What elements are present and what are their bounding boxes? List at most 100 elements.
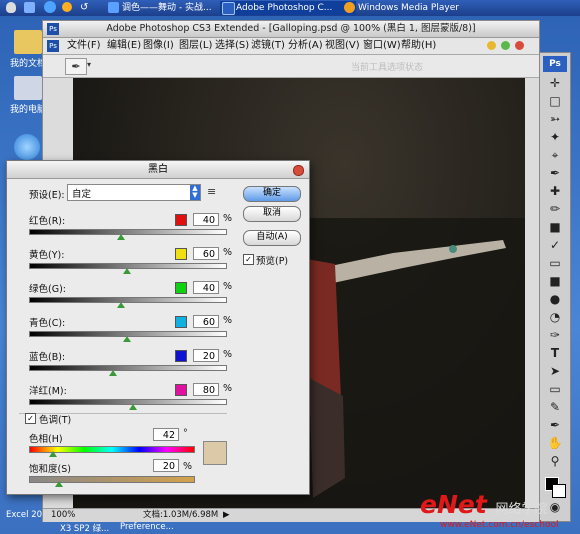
cancel-button[interactable]: 取消	[243, 206, 301, 222]
dialog-title-bar[interactable]: 黑白	[7, 161, 309, 179]
preset-select[interactable]: 自定 ▲ ▼	[67, 184, 201, 201]
slider-value-field[interactable]: 80	[193, 383, 219, 396]
select-arrows-icon: ▲ ▼	[190, 185, 200, 200]
path-select-icon[interactable]: ➤	[545, 363, 565, 380]
finder-icon[interactable]	[24, 2, 35, 13]
background-color-swatch[interactable]	[552, 484, 566, 498]
taskbar-tab-mediaplayer[interactable]: Windows Media Player	[342, 1, 488, 15]
slider-thumb[interactable]	[128, 404, 137, 410]
slider-thumb[interactable]	[123, 268, 131, 274]
ps-menu-icon[interactable]: Ps	[47, 40, 59, 52]
slider-color-swatch	[175, 214, 187, 226]
slider-color-swatch	[175, 316, 187, 328]
slider-track[interactable]	[29, 229, 227, 235]
menu-image[interactable]: 图像(I)	[143, 38, 174, 54]
eyedropper-icon[interactable]: ✒	[545, 417, 565, 434]
crop-tool-icon[interactable]: ⌖	[545, 147, 565, 164]
zoom-tool-icon[interactable]: ⚲	[545, 453, 565, 470]
shape-tool-icon[interactable]: ▭	[545, 381, 565, 398]
slider-value-field[interactable]: 40	[193, 281, 219, 294]
menu-file[interactable]: 文件(F)	[67, 38, 101, 54]
menu-help[interactable]: 帮助(H)	[401, 38, 436, 54]
taskbar-task-x3[interactable]: X3 SP2 绿...	[60, 522, 109, 534]
lasso-tool-icon[interactable]: ➳	[545, 111, 565, 128]
slice-tool-icon[interactable]: ✒	[545, 165, 565, 182]
menu-select[interactable]: 选择(S)	[215, 38, 249, 54]
brush-tool-icon[interactable]: ✏	[545, 201, 565, 218]
preview-label: 预览(P)	[256, 256, 289, 267]
dialog-close-button[interactable]	[293, 165, 304, 176]
taskbar-task-preference[interactable]: Preference...	[120, 522, 174, 532]
taskbar: ↺ 调色——舞动 - 实战... Adobe Photoshop C... Wi…	[0, 0, 580, 17]
history-brush-icon[interactable]: ✓	[545, 237, 565, 254]
ok-button[interactable]: 确定	[243, 186, 301, 202]
status-arrow-icon[interactable]: ▶	[223, 509, 230, 522]
tint-checkbox[interactable]: ✓	[25, 413, 36, 424]
hue-slider-thumb[interactable]	[49, 451, 57, 457]
magic-wand-tool-icon[interactable]: ✦	[545, 129, 565, 146]
tint-color-swatch[interactable]	[203, 441, 227, 465]
auto-button[interactable]: 自动(A)	[243, 230, 301, 246]
menu-filter[interactable]: 滤镜(T)	[251, 38, 285, 54]
slider-value-field[interactable]: 60	[193, 315, 219, 328]
slider-value-field[interactable]: 20	[193, 349, 219, 362]
desktop-icon-label: 我的电脑	[9, 105, 46, 115]
media-icon[interactable]	[62, 2, 72, 12]
menu-window[interactable]: 窗口(W)	[363, 38, 401, 54]
hand-tool-icon[interactable]: ✋	[545, 435, 565, 452]
tools-ps-icon: Ps	[543, 56, 567, 72]
slider-color-swatch	[175, 350, 187, 362]
slider-thumb[interactable]	[117, 302, 126, 308]
slider-percent: %	[223, 281, 233, 292]
menu-layer[interactable]: 图层(L)	[179, 38, 212, 54]
zoom-level[interactable]: 100%	[51, 509, 75, 522]
move-tool-icon[interactable]: ✛	[545, 75, 565, 92]
slider-value-field[interactable]: 40	[193, 213, 219, 226]
saturation-value-field[interactable]: 20	[153, 459, 179, 472]
hue-value-field[interactable]: 42	[153, 428, 179, 441]
slider-percent: %	[223, 247, 233, 258]
taskbar-tab-browser[interactable]: 调色——舞动 - 实战...	[106, 1, 232, 15]
notes-tool-icon[interactable]: ✎	[545, 399, 565, 416]
eyedropper-tool-icon[interactable]: ✒	[65, 58, 87, 75]
eraser-tool-icon[interactable]: ▭	[545, 255, 565, 272]
slider-label: 红色(R):	[29, 216, 66, 227]
back-icon[interactable]: ↺	[80, 2, 88, 13]
stamp-tool-icon[interactable]: ■	[545, 219, 565, 236]
window-close-button[interactable]	[515, 41, 524, 50]
pen-tool-icon[interactable]: ✑	[545, 327, 565, 344]
slider-thumb[interactable]	[109, 370, 118, 376]
taskbar-tab-photoshop[interactable]: Adobe Photoshop C...	[220, 1, 356, 15]
tool-preset-chevron-icon[interactable]: ▾	[87, 60, 91, 69]
window-minimize-button[interactable]	[487, 41, 496, 50]
menu-analysis[interactable]: 分析(A)	[288, 38, 323, 54]
slider-percent: %	[223, 383, 233, 394]
ps-app-icon: Ps	[47, 23, 59, 35]
saturation-slider-thumb[interactable]	[55, 481, 63, 487]
window-maximize-button[interactable]	[501, 41, 510, 50]
menu-edit[interactable]: 编辑(E)	[107, 38, 141, 54]
preview-checkbox[interactable]: ✓	[243, 254, 254, 265]
quick-mask-icon[interactable]: ◉	[545, 499, 565, 516]
healing-tool-icon[interactable]: ✚	[545, 183, 565, 200]
apple-menu-icon[interactable]	[6, 2, 16, 13]
gradient-tool-icon[interactable]: ■	[545, 273, 565, 290]
mediaplayer-tab-icon	[344, 2, 355, 13]
dodge-tool-icon[interactable]: ◔	[545, 309, 565, 326]
ie-icon[interactable]	[44, 1, 56, 13]
slider-thumb[interactable]	[117, 234, 126, 240]
saturation-track[interactable]	[29, 476, 195, 483]
slider-value-field[interactable]: 60	[193, 247, 219, 260]
marquee-tool-icon[interactable]: □	[545, 93, 565, 110]
photoshop-title-bar[interactable]: Ps Adobe Photoshop CS3 Extended - [Gallo…	[43, 21, 539, 38]
menu-view[interactable]: 视图(V)	[325, 38, 360, 54]
photoshop-menu-bar: Ps 文件(F) 编辑(E) 图像(I) 图层(L) 选择(S) 滤镜(T) 分…	[43, 38, 539, 55]
preset-menu-icon[interactable]: ≡	[207, 185, 216, 198]
blur-tool-icon[interactable]: ●	[545, 291, 565, 308]
slider-track[interactable]	[29, 365, 227, 371]
type-tool-icon[interactable]: T	[545, 345, 565, 362]
network-icon[interactable]	[14, 134, 40, 160]
desktop-icon-label: 我的文档	[9, 59, 46, 69]
slider-track[interactable]	[29, 297, 227, 303]
slider-thumb[interactable]	[123, 336, 131, 342]
